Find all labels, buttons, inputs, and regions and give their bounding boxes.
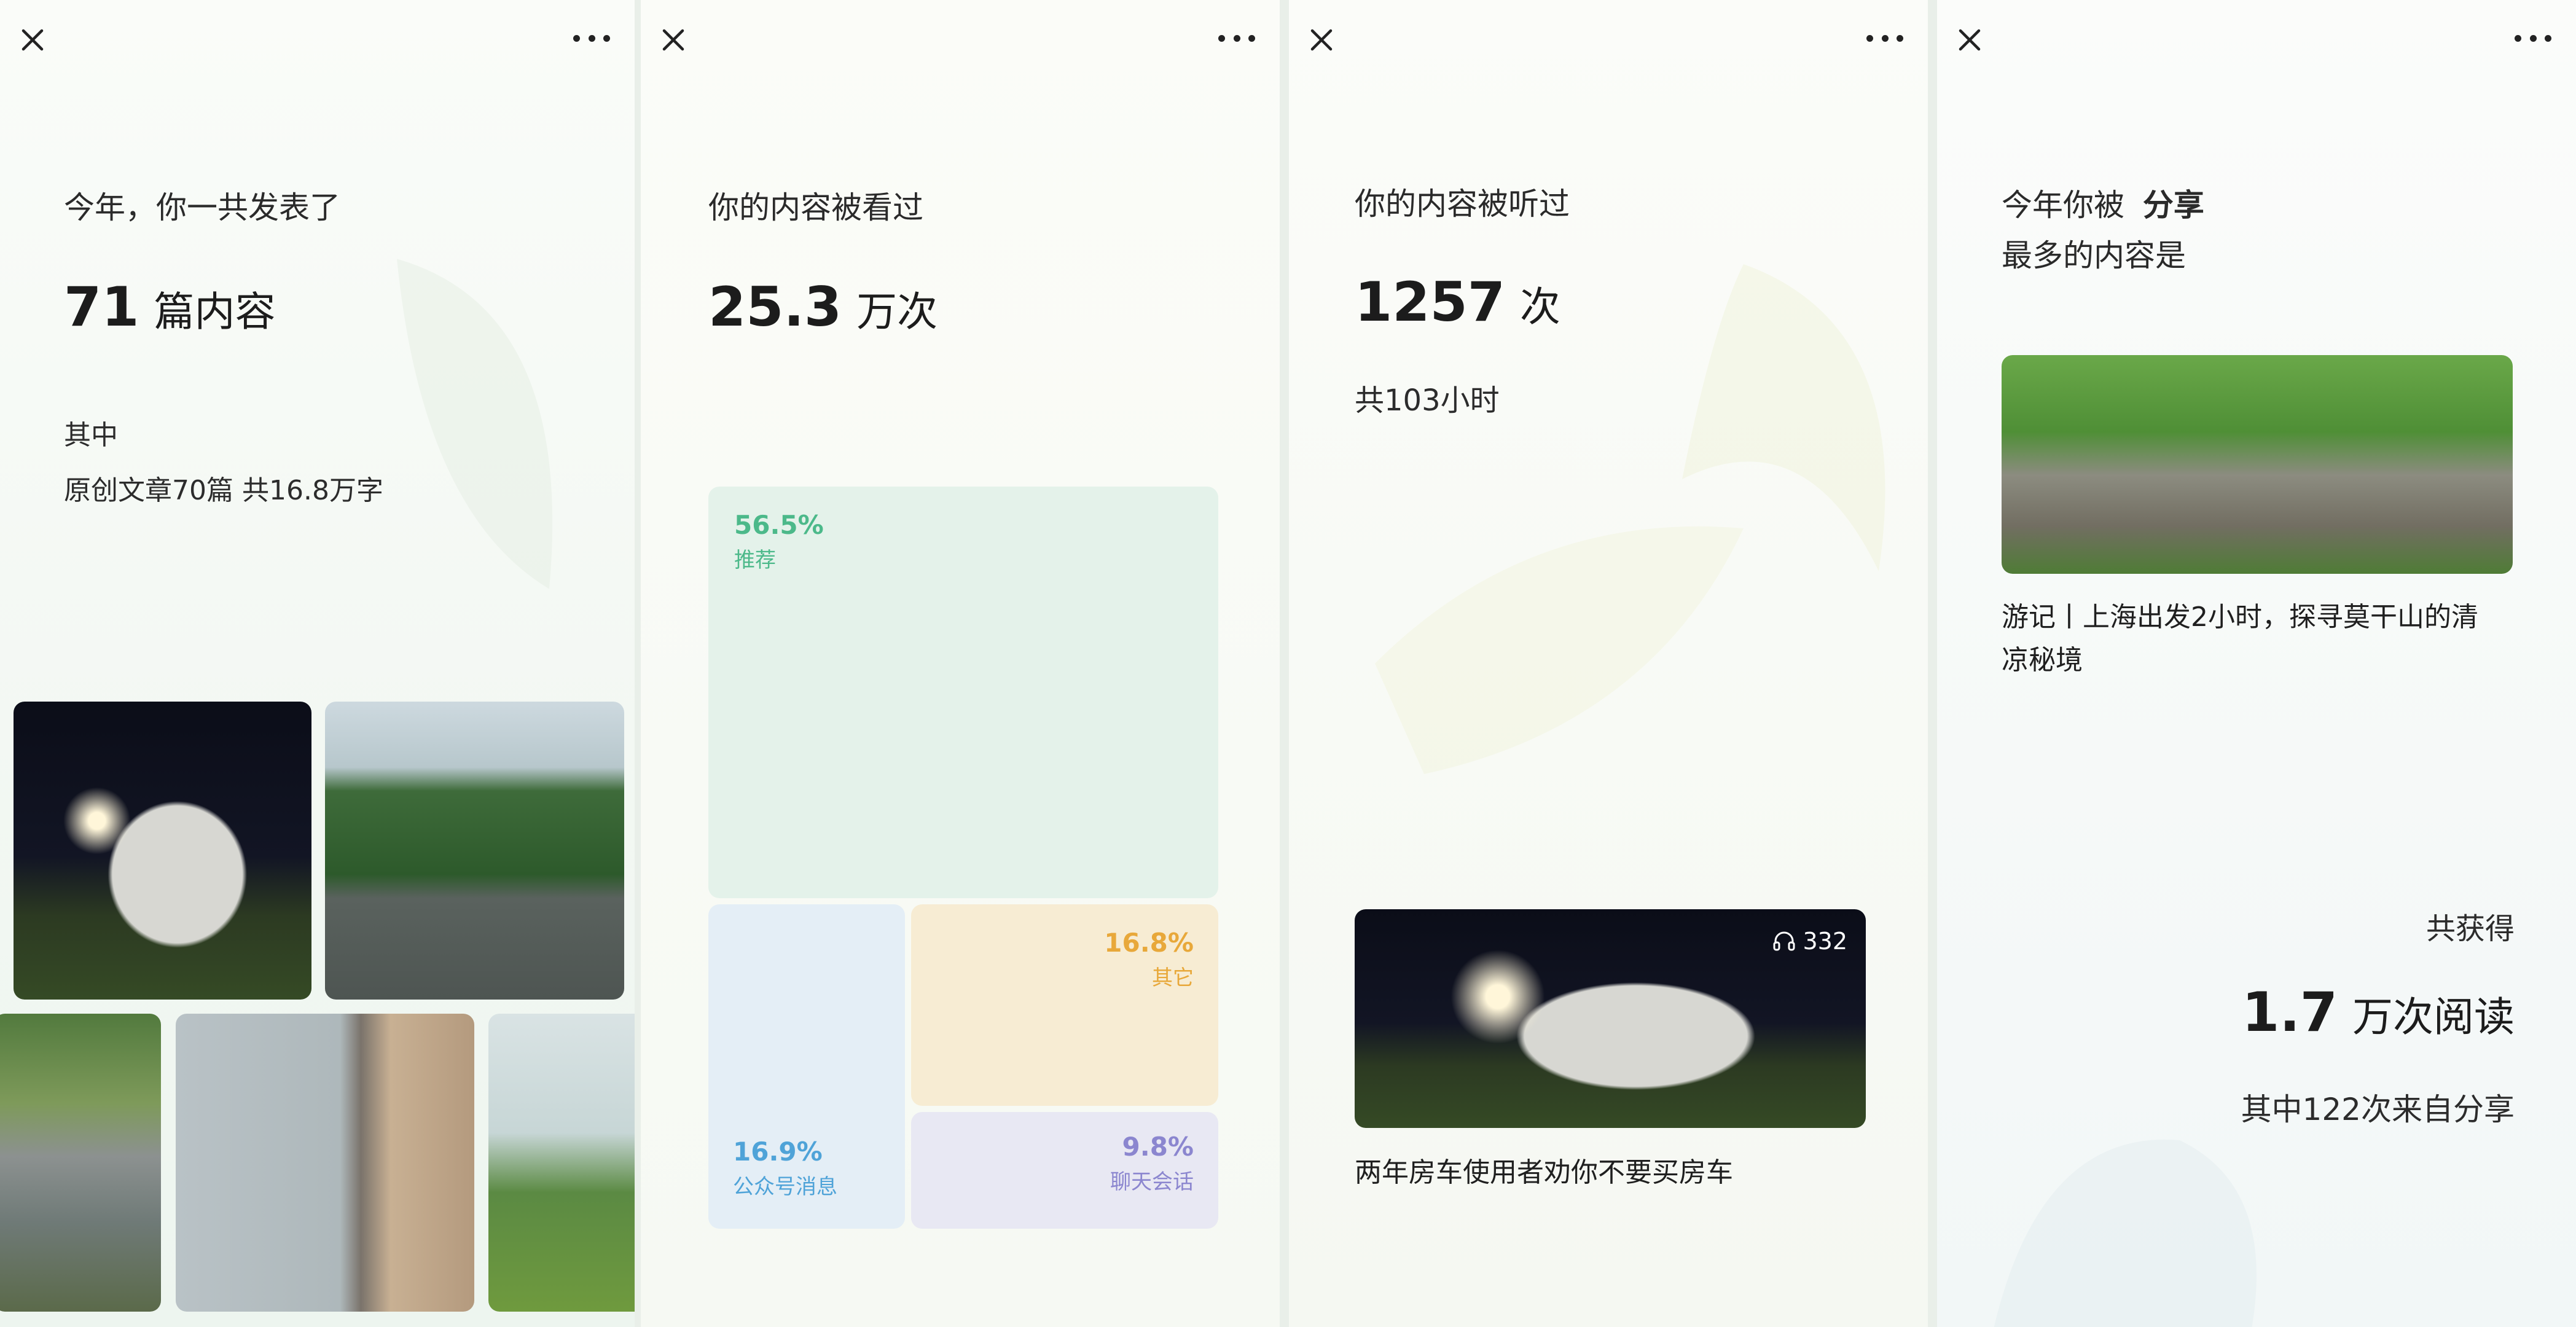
summary-panel-shares: 今年你被 分享 最多的内容是 游记丨上海出发2小时，探寻莫干山的清 凉秘境 共获… <box>1937 0 2576 1327</box>
decorative-leaf <box>397 259 553 589</box>
read-count: 1.7 万次阅读 <box>2242 981 2515 1044</box>
close-icon <box>22 29 44 51</box>
treemap-label: 公众号消息 <box>733 1175 837 1199</box>
listen-count-value: 1257 <box>1355 270 1505 334</box>
more-icon-dot <box>1248 34 1255 42</box>
more-button[interactable] <box>1866 27 1903 49</box>
article-cover-camper[interactable]: 332 <box>1355 909 1866 1128</box>
summary-panel-listens: 你的内容被听过 1257 次 共103小时 332 两年房车使用者劝你不要买房车 <box>1289 0 1928 1327</box>
treemap-pct: 16.8% <box>1104 928 1194 958</box>
summary-panel-posts: 今年，你一共发表了 71 篇内容 其中 原创文章70篇 共16.8万字 <box>0 0 635 1327</box>
headphones-icon <box>1773 931 1795 951</box>
close-icon <box>1310 29 1333 51</box>
more-button[interactable] <box>573 27 610 49</box>
intro-emphasis: 分享 <box>2142 187 2204 223</box>
treemap-block-other[interactable]: 16.8% 其它 <box>911 904 1218 1106</box>
listen-count: 1257 次 <box>1355 270 1560 334</box>
listen-badge-count: 332 <box>1803 928 1847 955</box>
photo-camper-night[interactable] <box>14 702 311 1000</box>
view-count-value: 25.3 <box>708 275 842 339</box>
article-title[interactable]: 两年房车使用者劝你不要买房车 <box>1355 1150 1733 1189</box>
read-count-value: 1.7 <box>2242 981 2338 1044</box>
intro-text: 你的内容被听过 <box>1355 186 1570 222</box>
more-icon-dot <box>1233 34 1240 42</box>
view-count: 25.3 万次 <box>708 275 938 339</box>
post-count: 71 篇内容 <box>64 275 275 339</box>
treemap-label: 推荐 <box>734 548 776 573</box>
treemap-block-chat[interactable]: 9.8% 聊天会话 <box>911 1112 1218 1229</box>
more-icon-dot <box>588 34 595 42</box>
close-button[interactable] <box>17 25 48 55</box>
more-icon-dot <box>1866 34 1873 42</box>
read-count-unit: 万次阅读 <box>2352 993 2515 1041</box>
more-icon-dot <box>1897 34 1903 42</box>
close-icon <box>662 29 684 51</box>
top-bar <box>641 0 1280 77</box>
detail-text: 原创文章70篇 共16.8万字 <box>64 475 383 506</box>
gain-label: 共获得 <box>2425 912 2515 946</box>
treemap-label: 其它 <box>1152 966 1194 990</box>
more-icon-dot <box>2529 34 2537 42</box>
detail-title: 其中 <box>64 420 118 451</box>
intro-prefix: 今年你被 <box>2002 187 2124 223</box>
listen-badge: 332 <box>1772 928 1847 955</box>
close-icon <box>1959 29 1981 51</box>
summary-panel-views: 你的内容被看过 25.3 万次 56.5% 推荐 16.9% 公众号消息 16.8… <box>641 0 1280 1327</box>
more-icon-dot <box>2515 34 2521 42</box>
listen-count-unit: 次 <box>1519 283 1560 331</box>
more-button[interactable] <box>1218 27 1255 49</box>
more-button[interactable] <box>2515 27 2551 49</box>
top-bar <box>1289 0 1928 77</box>
more-icon-dot <box>2545 34 2551 42</box>
treemap-pct: 9.8% <box>1122 1132 1194 1162</box>
article-title-line-2[interactable]: 凉秘境 <box>2002 638 2083 677</box>
intro-line-2: 最多的内容是 <box>2002 238 2186 273</box>
photo-lakeside-tree[interactable] <box>488 1014 635 1312</box>
photo-stream[interactable] <box>0 1014 161 1312</box>
intro-text: 你的内容被看过 <box>708 190 923 225</box>
article-title-line-1[interactable]: 游记丨上海出发2小时，探寻莫干山的清 <box>2002 595 2478 634</box>
more-icon-dot <box>603 34 610 42</box>
treemap-pct: 16.9% <box>733 1137 823 1167</box>
share-note: 其中122次来自分享 <box>2241 1092 2515 1127</box>
top-bar <box>0 0 635 77</box>
photo-van-window[interactable] <box>176 1014 474 1312</box>
more-icon-dot <box>573 34 580 42</box>
top-bar <box>1937 0 2576 77</box>
article-cover-river[interactable] <box>2002 355 2513 574</box>
post-count-unit: 篇内容 <box>154 288 276 335</box>
more-icon-dot <box>1218 34 1225 42</box>
listen-duration: 共103小时 <box>1355 383 1500 418</box>
close-button[interactable] <box>1954 25 1985 55</box>
intro-text: 今年，你一共发表了 <box>64 190 340 225</box>
treemap-block-recommend[interactable]: 56.5% 推荐 <box>708 487 1218 898</box>
treemap-pct: 56.5% <box>734 510 824 540</box>
view-count-unit: 万次 <box>856 288 938 335</box>
treemap-label: 聊天会话 <box>1110 1170 1194 1194</box>
treemap-block-account-message[interactable]: 16.9% 公众号消息 <box>708 904 905 1229</box>
post-count-value: 71 <box>64 275 139 339</box>
intro-line-1: 今年你被 分享 <box>2002 181 2204 225</box>
close-button[interactable] <box>658 25 689 55</box>
decorative-leaf <box>1994 1139 2257 1327</box>
photo-camper-road[interactable] <box>325 702 624 1000</box>
more-icon-dot <box>1881 34 1889 42</box>
close-button[interactable] <box>1306 25 1337 55</box>
